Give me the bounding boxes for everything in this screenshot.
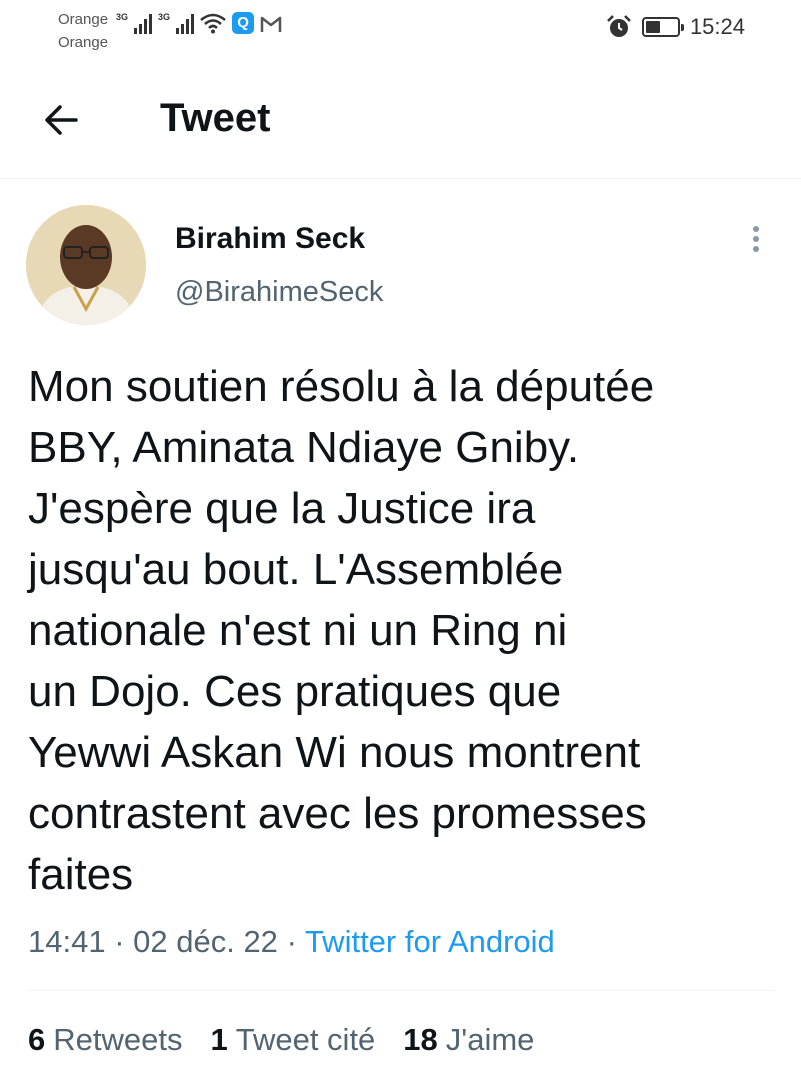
tweet-meta: 14:41 · 02 déc. 22 · Twitter for Android xyxy=(28,924,555,960)
status-right: 15:24 xyxy=(606,14,745,40)
status-bar: Orange Orange 3G 3G Q 15:24 xyxy=(0,0,801,60)
quotes-label: Tweet cité xyxy=(235,1022,376,1057)
alarm-icon xyxy=(607,15,631,37)
status-icons: 3G 3G Q xyxy=(116,12,282,34)
quotes-count: 1 xyxy=(210,1022,228,1057)
tweet-stats: 6 Retweets 1 Tweet cité 18 J'aime xyxy=(28,1022,534,1058)
tweet-time: 14:41 xyxy=(28,924,106,959)
carrier-labels: Orange Orange xyxy=(58,8,108,54)
divider xyxy=(28,990,775,991)
tweet-source-link[interactable]: Twitter for Android xyxy=(305,924,555,959)
carrier-1: Orange xyxy=(58,11,109,28)
retweets-count: 6 xyxy=(28,1022,46,1057)
network-type-2: 3G xyxy=(158,12,171,22)
meta-separator: · xyxy=(286,924,305,959)
wifi-icon xyxy=(200,13,226,34)
app-notification-icon: Q xyxy=(232,12,255,34)
meta-separator: · xyxy=(114,924,134,959)
status-time: 15:24 xyxy=(689,14,745,39)
battery-icon xyxy=(641,17,684,37)
author-handle[interactable]: @BirahimeSeck xyxy=(175,276,383,309)
tweet-date: 02 déc. 22 xyxy=(133,924,278,959)
signal-icon xyxy=(176,14,195,34)
arrow-left-icon[interactable] xyxy=(40,98,84,142)
tweet-text: Mon soutien résolu à la députée BBY, Ami… xyxy=(28,362,655,899)
carrier-2: Orange xyxy=(58,34,109,51)
likes-count: 18 xyxy=(403,1022,438,1057)
retweets-label: Retweets xyxy=(53,1022,183,1057)
gmail-icon xyxy=(260,16,282,32)
signal-icon xyxy=(134,14,153,34)
likes-stat[interactable]: 18 J'aime xyxy=(403,1022,534,1058)
network-type-1: 3G xyxy=(116,12,129,22)
avatar-photo xyxy=(26,205,146,325)
retweets-stat[interactable]: 6 Retweets xyxy=(28,1022,182,1058)
author-name[interactable]: Birahim Seck xyxy=(175,222,365,256)
page-title: Tweet xyxy=(160,96,271,140)
likes-label: J'aime xyxy=(445,1022,535,1057)
tweet-header: Tweet xyxy=(0,60,801,179)
more-options-icon[interactable] xyxy=(746,226,766,258)
avatar[interactable] xyxy=(26,205,146,325)
quotes-stat[interactable]: 1 Tweet cité xyxy=(210,1022,375,1058)
